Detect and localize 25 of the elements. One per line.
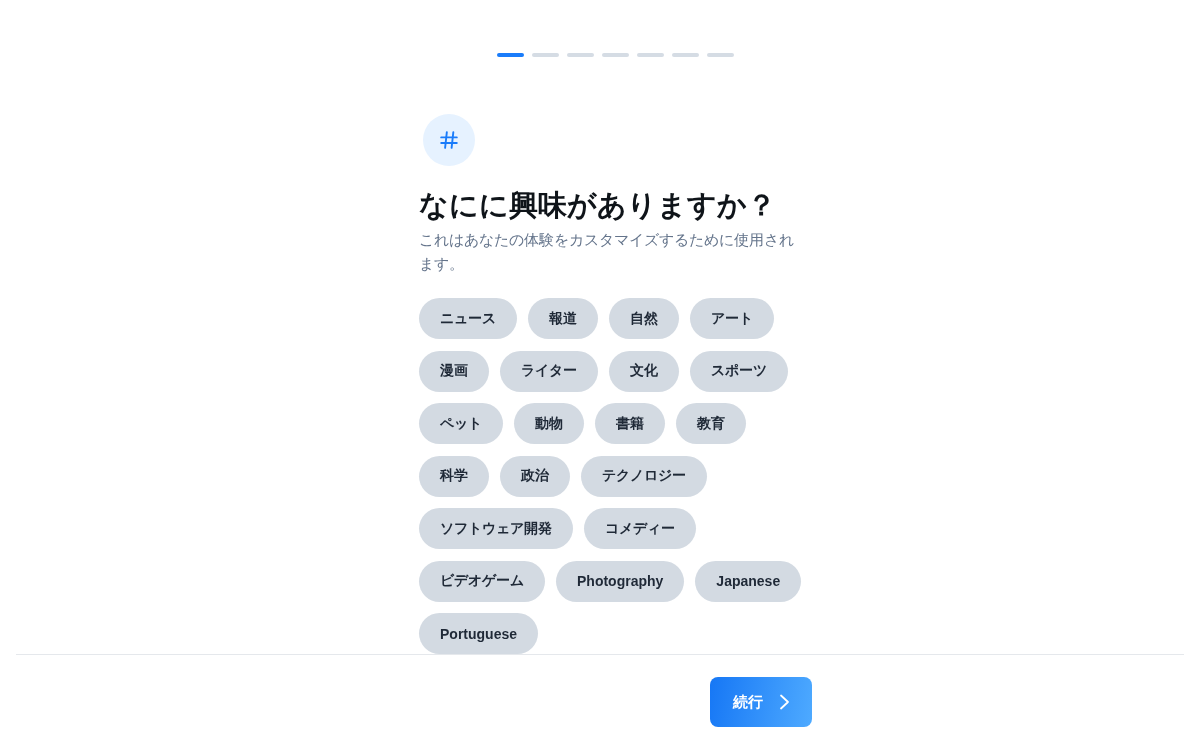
interest-chip[interactable]: Portuguese: [419, 613, 538, 654]
interest-chip[interactable]: 漫画: [419, 350, 489, 392]
interest-chip[interactable]: Photography: [556, 560, 685, 602]
interest-chip[interactable]: スポーツ: [690, 350, 788, 392]
interest-chip[interactable]: 動物: [514, 403, 584, 444]
interest-chip[interactable]: 自然: [609, 298, 679, 339]
interest-chip[interactable]: 教育: [676, 403, 746, 444]
interest-chip[interactable]: ニュース: [419, 298, 517, 339]
interest-chip[interactable]: ペット: [419, 403, 503, 444]
chevron-right-icon: [779, 694, 790, 710]
interest-chip[interactable]: 報道: [528, 298, 598, 339]
interest-chip[interactable]: 政治: [500, 455, 570, 497]
page-subtitle: これはあなたの体験をカスタマイズするために使用されます。: [419, 230, 795, 274]
page-title: なにに興味がありますか？: [419, 188, 777, 223]
interest-chip[interactable]: コメディー: [584, 508, 696, 549]
continue-button[interactable]: 続行: [710, 677, 812, 727]
interest-chip[interactable]: ソフトウェア開発: [419, 508, 573, 549]
interest-chip[interactable]: Japanese: [695, 560, 802, 602]
interest-chip[interactable]: アート: [690, 298, 774, 339]
interest-chip[interactable]: 科学: [419, 455, 489, 497]
interest-chip[interactable]: ビデオゲーム: [419, 560, 545, 602]
interest-chip[interactable]: 書籍: [595, 403, 665, 444]
interest-chip[interactable]: テクノロジー: [581, 455, 707, 497]
interest-chip[interactable]: ライター: [500, 350, 598, 392]
interest-chip[interactable]: 文化: [609, 350, 679, 392]
